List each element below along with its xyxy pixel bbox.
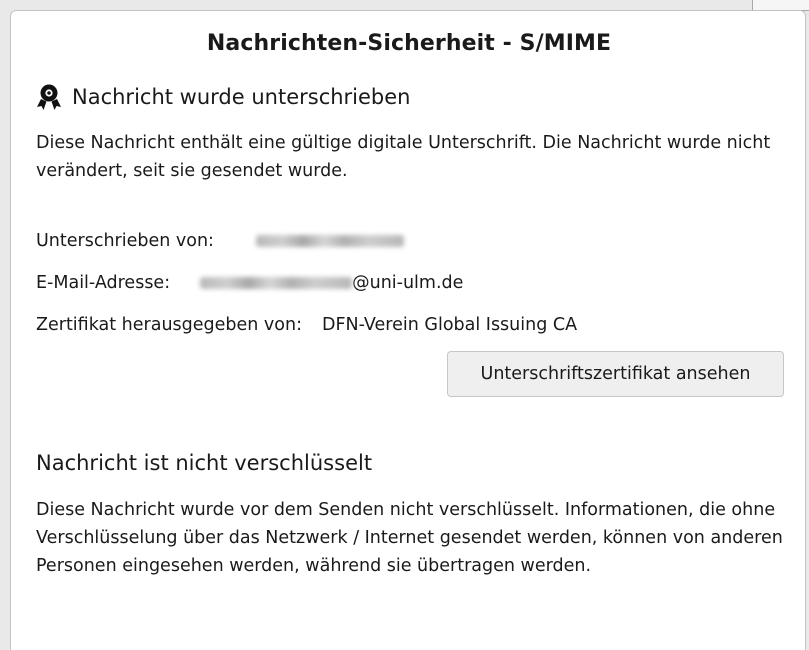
encryption-description: Diese Nachricht wurde vor dem Senden nic…	[36, 500, 783, 576]
issuer-label: Zertifikat herausgegeben von:	[36, 315, 302, 335]
email-domain: @uni-ulm.de	[352, 273, 464, 293]
signature-status-heading: Nachricht wurde unterschrieben	[36, 83, 411, 111]
issuer-row: Zertifikat herausgegeben von: DFN-Verein…	[36, 313, 577, 337]
signature-description: Diese Nachricht enthält eine gültige dig…	[36, 133, 771, 181]
email-row: E-Mail-Adresse: @uni-ulm.de	[36, 271, 463, 295]
view-signature-certificate-button[interactable]: Unterschriftszertifikat ansehen	[447, 351, 784, 397]
security-popup-panel: Nachrichten-Sicherheit - S/MIME Nachrich…	[10, 10, 806, 650]
redacted-signer-name	[255, 235, 404, 247]
seal-icon	[37, 84, 61, 110]
email-label: E-Mail-Adresse:	[36, 273, 171, 293]
encryption-status-heading: Nachricht ist nicht verschlüsselt	[36, 451, 373, 475]
redacted-email-local-part	[200, 277, 353, 289]
signed-by-label: Unterschrieben von:	[36, 231, 214, 251]
signed-by-row: Unterschrieben von:	[36, 229, 404, 253]
dialog-title: Nachrichten-Sicherheit - S/MIME	[206, 31, 612, 56]
signature-status-text: Nachricht wurde unterschrieben	[72, 85, 411, 109]
issuer-value: DFN-Verein Global Issuing CA	[322, 315, 578, 335]
window-background	[0, 0, 809, 10]
